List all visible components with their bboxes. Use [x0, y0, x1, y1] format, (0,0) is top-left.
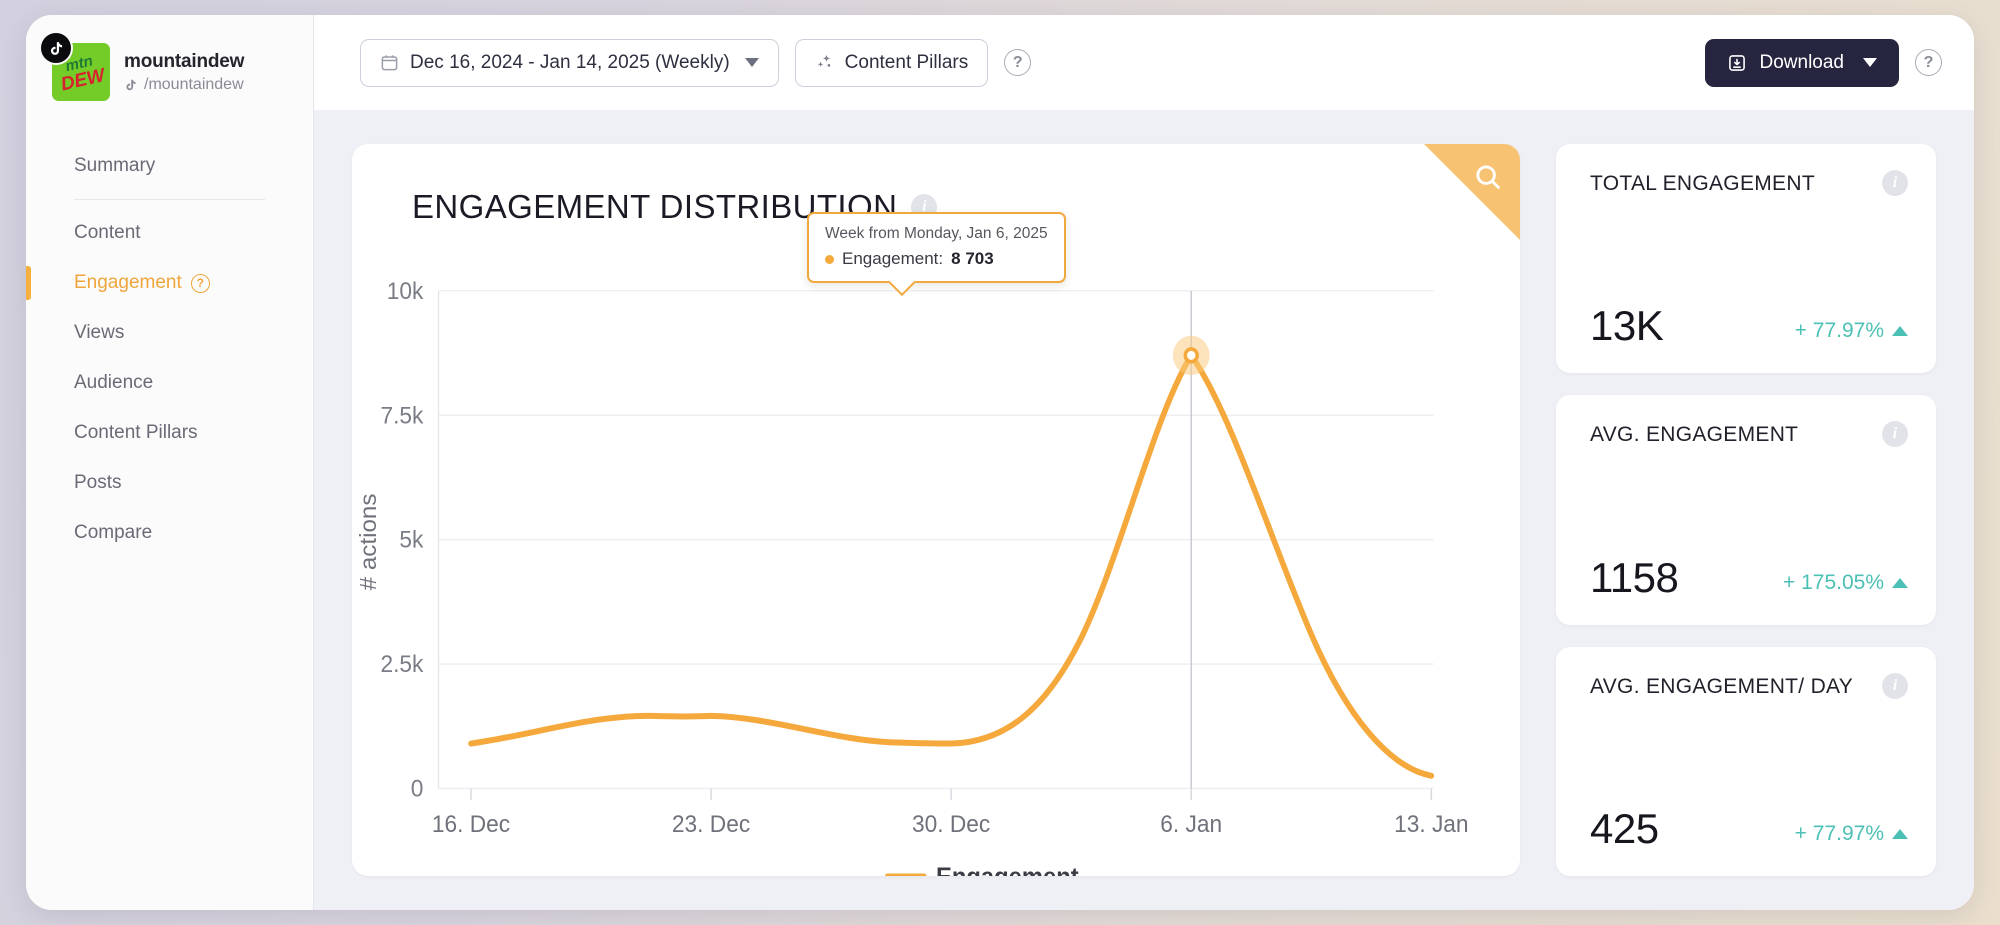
chart-tooltip-visible: Week from Monday, Jan 6, 2025 Engagement… — [807, 212, 1066, 283]
sidebar-nav: Summary Content Engagement ? Views Audie… — [26, 141, 313, 558]
x-tick-label: 13. Jan — [1394, 811, 1468, 838]
kpi-card-avg-engagement-per-day: AVG. ENGAGEMENT/ DAY i 425 + 77.97% — [1556, 646, 1936, 876]
chevron-down-icon — [1863, 58, 1877, 67]
sidebar-divider — [74, 199, 265, 200]
kpi-delta: + 77.97% — [1795, 822, 1908, 850]
download-label: Download — [1759, 51, 1845, 73]
kpi-info-icon[interactable]: i — [1882, 421, 1908, 448]
content-pillars-button[interactable]: Content Pillars — [794, 38, 989, 87]
y-tick-label: 2.5k — [380, 650, 423, 677]
date-range-label: Dec 16, 2024 - Jan 14, 2025 (Weekly) — [410, 51, 730, 73]
tooltip-title: Week from Monday, Jan 6, 2025 — [825, 225, 1048, 242]
sidebar: mtn DEW mountaindew /mountaindew Summary… — [26, 15, 314, 910]
tooltip-row: Engagement: 8 703 — [825, 249, 1048, 269]
kpi-footer: 1158 + 175.05% — [1590, 553, 1908, 601]
y-tick-label: 0 — [411, 775, 424, 802]
kpi-value: 13K — [1590, 302, 1664, 350]
sidebar-item-content-pillars[interactable]: Content Pillars — [26, 408, 313, 458]
kpi-info-icon[interactable]: i — [1882, 672, 1908, 699]
kpi-label: AVG. ENGAGEMENT/ DAY — [1590, 674, 1854, 698]
kpi-footer: 425 + 77.97% — [1590, 804, 1908, 852]
legend-label: Engagement — [936, 864, 1079, 876]
kpi-info-icon[interactable]: i — [1882, 170, 1908, 196]
sidebar-item-label: Audience — [74, 372, 154, 393]
y-axis-label: # actions — [355, 494, 380, 591]
kpi-delta: + 77.97% — [1795, 319, 1908, 347]
trend-up-icon — [1892, 577, 1908, 588]
kpi-header: TOTAL ENGAGEMENT i — [1590, 170, 1908, 198]
brand-handle: /mountaindew — [124, 76, 244, 94]
highlight-point[interactable] — [1183, 347, 1199, 364]
kpi-header: AVG. ENGAGEMENT/ DAY i — [1590, 672, 1908, 701]
kpi-value: 1158 — [1590, 553, 1679, 601]
brand-header: mtn DEW mountaindew /mountaindew — [26, 31, 313, 101]
calendar-icon — [381, 55, 398, 71]
tooltip-value: 8 703 — [951, 249, 994, 268]
y-tick-label: 10k — [387, 277, 424, 304]
kpi-label: AVG. ENGAGEMENT — [1590, 423, 1799, 447]
sidebar-item-label: Views — [74, 322, 125, 343]
download-icon — [1728, 54, 1745, 71]
engagement-series-line — [468, 352, 1435, 779]
toolbar: Dec 16, 2024 - Jan 14, 2025 (Weekly) Con… — [314, 15, 1974, 110]
engagement-line-chart[interactable]: 10k 7.5k 5k 2.5k 0 # actions 16. Dec 23.… — [352, 254, 1520, 876]
sidebar-item-posts[interactable]: Posts — [26, 458, 313, 508]
trend-up-icon — [1892, 326, 1908, 337]
chart-gridlines — [438, 290, 1434, 790]
brand-handle-text: /mountaindew — [144, 75, 244, 93]
kpi-footer: 13K + 77.97% — [1590, 305, 1908, 347]
kpi-card-avg-engagement: AVG. ENGAGEMENT i 1158 + 175.05% — [1556, 395, 1936, 625]
sidebar-item-label: Summary — [74, 155, 156, 176]
kpi-delta: + 175.05% — [1783, 571, 1908, 599]
trend-up-icon — [1892, 828, 1908, 839]
main-area: Dec 16, 2024 - Jan 14, 2025 (Weekly) Con… — [314, 15, 1974, 910]
kpi-value: 425 — [1590, 804, 1659, 852]
tiktok-icon — [126, 79, 136, 90]
sparkle-icon — [817, 54, 830, 67]
download-help-icon[interactable]: ? — [1915, 49, 1942, 76]
kpi-card-total-engagement: TOTAL ENGAGEMENT i 13K + 77.97% — [1556, 144, 1936, 374]
kpi-column: TOTAL ENGAGEMENT i 13K + 77.97% AVG. ENG… — [1556, 144, 1936, 876]
download-button[interactable]: Download — [1704, 38, 1899, 87]
kpi-label: TOTAL ENGAGEMENT — [1590, 172, 1815, 195]
brand-name: mountaindew — [124, 50, 245, 72]
chevron-down-icon — [744, 58, 759, 67]
content-pillars-label: Content Pillars — [844, 51, 969, 73]
sidebar-item-summary[interactable]: Summary — [26, 141, 313, 191]
sidebar-item-label: Posts — [74, 472, 122, 493]
sidebar-item-content[interactable]: Content — [26, 208, 313, 258]
search-icon — [1476, 165, 1501, 190]
x-tick-label: 16. Dec — [432, 811, 511, 838]
sidebar-item-label: Engagement — [74, 272, 182, 293]
kpi-delta-text: + 77.97% — [1794, 319, 1884, 343]
date-range-selector[interactable]: Dec 16, 2024 - Jan 14, 2025 (Weekly) — [360, 38, 779, 87]
kpi-header: AVG. ENGAGEMENT i — [1590, 421, 1908, 449]
engagement-distribution-card: ENGAGEMENT DISTRIBUTION i 10k 7.5k 5k 2.… — [352, 144, 1520, 876]
sidebar-item-label: Content Pillars — [74, 422, 198, 443]
chart-legend[interactable]: Engagement — [884, 864, 1079, 876]
sidebar-item-label: Compare — [74, 522, 153, 543]
kpi-delta-text: + 175.05% — [1782, 570, 1884, 594]
tooltip-bullet-icon — [825, 254, 834, 264]
toolbar-help-icon[interactable]: ? — [1004, 49, 1032, 76]
x-tick-label: 6. Jan — [1160, 811, 1222, 838]
x-tick-label: 23. Dec — [672, 811, 751, 838]
tiktok-badge-icon — [39, 31, 73, 65]
sidebar-item-audience[interactable]: Audience — [26, 358, 313, 408]
chart-plot-area: 10k 7.5k 5k 2.5k 0 # actions 16. Dec 23.… — [352, 254, 1520, 876]
avatar: mtn DEW — [39, 31, 110, 101]
tooltip-series-label: Engagement: — [842, 249, 944, 268]
x-tick-label: 30. Dec — [912, 811, 991, 838]
kpi-delta-text: + 77.97% — [1794, 821, 1884, 845]
sidebar-item-views[interactable]: Views — [26, 308, 313, 358]
y-tick-label: 7.5k — [380, 402, 423, 429]
app-window: mtn DEW mountaindew /mountaindew Summary… — [26, 15, 1974, 910]
sidebar-item-label: Content — [74, 222, 141, 243]
sidebar-item-compare[interactable]: Compare — [26, 508, 313, 558]
chart-search-corner[interactable] — [1424, 144, 1520, 240]
content-region: ENGAGEMENT DISTRIBUTION i 10k 7.5k 5k 2.… — [314, 110, 1974, 910]
y-tick-label: 5k — [399, 526, 423, 553]
sidebar-item-engagement[interactable]: Engagement ? — [26, 258, 313, 308]
engagement-help-icon[interactable]: ? — [190, 273, 210, 293]
